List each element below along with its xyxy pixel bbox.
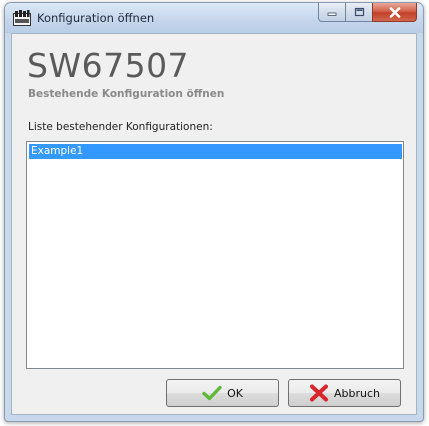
- close-button[interactable]: [372, 3, 417, 22]
- maximize-icon: [354, 7, 364, 17]
- minimize-icon: [327, 12, 337, 16]
- app-icon: [13, 10, 31, 26]
- close-icon: [389, 6, 400, 18]
- config-listbox[interactable]: Example1: [26, 141, 404, 369]
- app-name: SW67507: [27, 46, 190, 85]
- window-title: Konfiguration öffnen: [37, 11, 155, 25]
- title-bar[interactable]: Konfiguration öffnen: [5, 3, 423, 33]
- ok-button[interactable]: OK: [166, 379, 279, 407]
- dialog-subtitle: Bestehende Konfiguration öffnen: [28, 88, 225, 100]
- maximize-button[interactable]: [345, 3, 372, 22]
- minimize-button[interactable]: [318, 3, 345, 22]
- checkmark-icon: [202, 385, 222, 401]
- red-x-icon: [309, 384, 328, 402]
- caption-buttons: [318, 3, 417, 23]
- ok-button-label: OK: [227, 386, 243, 400]
- config-list-label: Liste bestehender Konfigurationen:: [28, 121, 213, 133]
- dialog-window: Konfiguration öffnen SW67507 Bestehende …: [4, 2, 424, 422]
- list-item[interactable]: Example1: [29, 144, 402, 159]
- dialog-body: SW67507 Bestehende Konfiguration öffnen …: [11, 33, 417, 415]
- cancel-button-label: Abbruch: [333, 386, 380, 400]
- cancel-button[interactable]: Abbruch: [288, 379, 401, 407]
